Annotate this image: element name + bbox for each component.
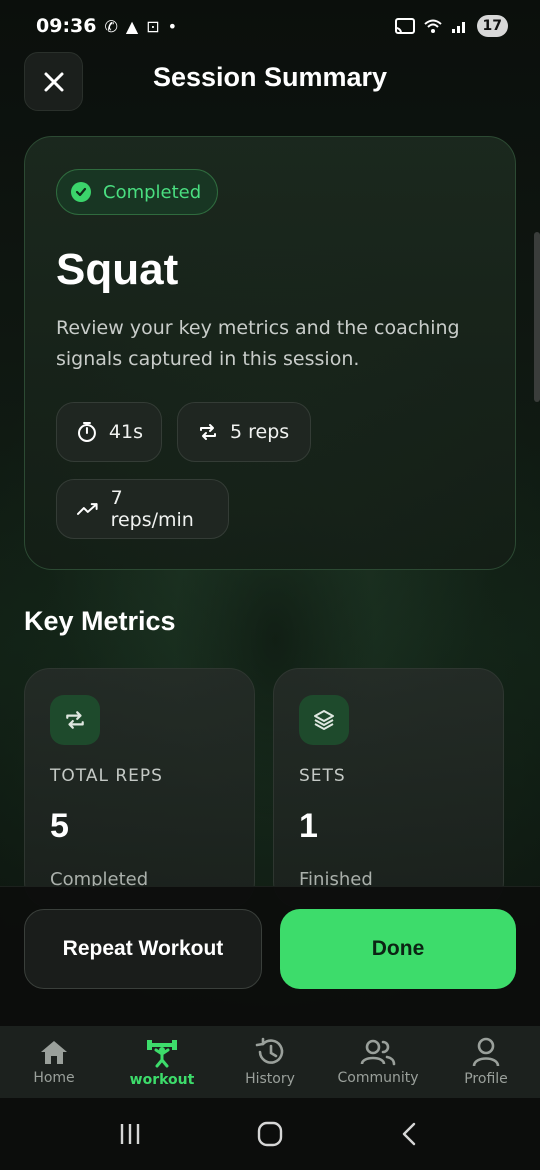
action-bar: Repeat Workout Done [0,886,540,1026]
timer-icon [77,422,96,442]
system-navigation-bar [0,1098,540,1170]
reps-chip: 5 reps [177,402,311,462]
nav-label: Home [33,1070,75,1086]
metric-value: 1 [299,807,318,845]
nav-label: Community [337,1070,419,1086]
scrollbar[interactable] [534,232,540,402]
battery-level: 17 [482,18,502,34]
back-icon[interactable] [397,1121,423,1147]
repeat-icon [200,424,216,440]
check-circle-icon [71,182,91,202]
repeat-icon [50,695,100,745]
metric-card-sets: SETS 1 Finished [273,668,504,908]
status-badge: Completed [56,169,219,215]
nav-label: workout [129,1072,195,1088]
nav-label: History [245,1071,295,1087]
duration-value: 41s [108,421,143,443]
key-metrics-title: Key Metrics [24,606,176,636]
profile-icon [472,1037,500,1067]
screenshot-icon: ⊡ [146,16,160,36]
recents-icon[interactable] [117,1121,143,1147]
layers-icon [299,695,349,745]
signal-icon [451,22,465,33]
duration-chip: 41s [56,402,162,462]
nav-label: Profile [464,1071,508,1087]
session-hero-card: Completed Squat Review your key metrics … [24,136,516,570]
page-title: Session Summary [0,62,540,93]
rate-value: 7 reps/min [110,487,194,531]
home-icon [41,1041,67,1064]
history-icon [255,1037,284,1064]
status-time: 09:36 [36,15,97,37]
status-badge-label: Completed [103,181,202,203]
reps-value: 5 reps [230,421,290,443]
battery-indicator: 17 [476,15,508,37]
exercise-description: Review your key metrics and the coaching… [56,317,460,370]
nav-item-history[interactable]: History [216,1026,324,1098]
dumbbell-icon [147,1040,177,1068]
nav-item-workout[interactable]: workout [108,1026,216,1098]
exercise-title: Squat [56,245,179,294]
nav-item-community[interactable]: Community [324,1026,432,1098]
rate-chip: 7 reps/min [56,479,229,539]
metric-label: SETS [299,766,346,786]
trend-icon [77,503,98,515]
warning-icon: ▲ [125,16,139,36]
metric-card-total-reps: TOTAL REPS 5 Completed [24,668,255,908]
dot-icon: • [167,16,178,36]
community-icon [360,1039,396,1066]
home-button-icon[interactable] [256,1120,284,1148]
status-bar: 09:36 ✆ ▲ ⊡ • 17 [0,0,540,52]
done-button[interactable]: Done [280,909,516,989]
bottom-navigation: Home workout History Community Profile [0,1026,540,1098]
nav-item-profile[interactable]: Profile [432,1026,540,1098]
metric-label: TOTAL REPS [50,766,163,786]
repeat-workout-button[interactable]: Repeat Workout [24,909,262,989]
whatsapp-icon: ✆ [104,16,118,36]
cast-icon [394,18,415,34]
page-title-text: Session Summary [152,62,388,92]
metric-value: 5 [50,807,69,845]
wifi-icon [423,19,442,33]
nav-item-home[interactable]: Home [0,1026,108,1098]
